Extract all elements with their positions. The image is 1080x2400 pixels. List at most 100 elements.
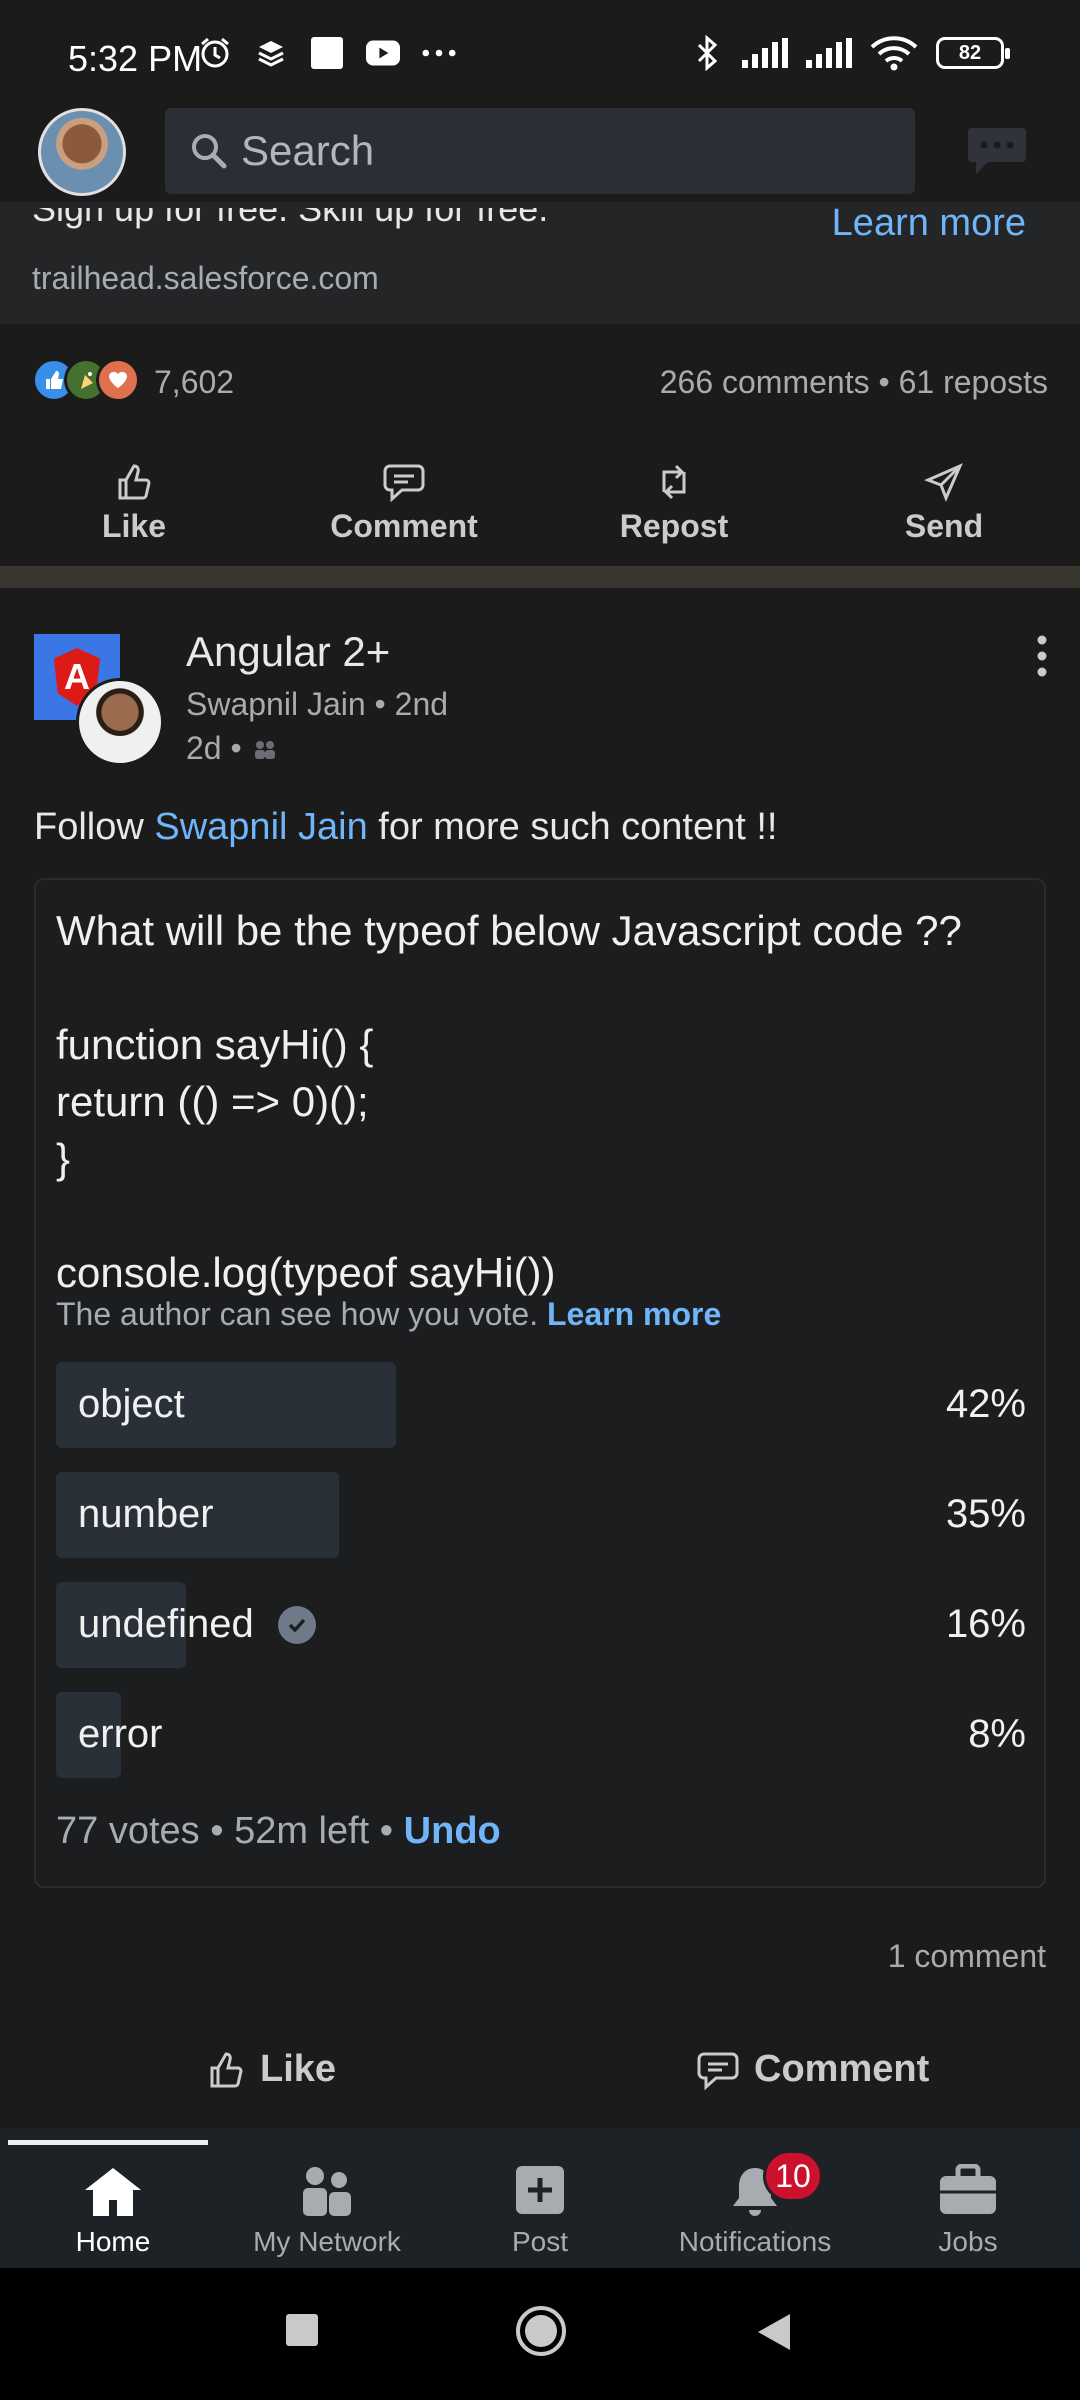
poll-privacy-note: The author can see how you vote. Learn m… — [56, 1296, 721, 1333]
nav-notifications-label: Notifications — [678, 2226, 832, 2257]
bluetooth-icon — [690, 35, 724, 71]
learn-more-button[interactable]: Learn more — [832, 202, 1026, 245]
like-icon — [210, 2051, 243, 2087]
search-placeholder: Search — [241, 127, 375, 174]
send-icon — [924, 463, 963, 502]
poll-stats: 77 votes • 52m left • — [56, 1810, 394, 1852]
poll-option-percent: 42% — [945, 1382, 1026, 1426]
social-counts: 7,602 266 comments • 61 reposts — [0, 340, 1080, 422]
poll-option-percent: 8% — [968, 1712, 1026, 1756]
poll-option[interactable]: object 42% — [56, 1362, 1026, 1448]
nav-jobs[interactable]: Jobs — [868, 2164, 1068, 2258]
poll-option-text: error — [78, 1712, 163, 1756]
poll-option-text: number — [78, 1492, 214, 1536]
post-icon — [516, 2166, 564, 2214]
author-line[interactable]: Swapnil Jain • 2nd — [186, 686, 448, 723]
love-reaction-icon — [96, 358, 140, 402]
send-button[interactable]: Send — [844, 448, 1044, 545]
status-right-icons: 82 — [690, 35, 1010, 71]
poll-option[interactable]: number 35% — [56, 1472, 1026, 1558]
post-text-before: Follow — [34, 806, 155, 848]
comment-icon — [383, 464, 425, 502]
link-card-domain: trailhead.salesforce.com — [32, 260, 379, 296]
status-left-icons — [198, 36, 456, 70]
nav-post-label: Post — [511, 2226, 569, 2257]
nav-jobs-label: Jobs — [938, 2226, 998, 2257]
post-time: 2d • — [186, 730, 278, 767]
comments-reposts-count[interactable]: 266 comments • 61 reposts — [660, 364, 1048, 401]
home-system-button[interactable] — [514, 2304, 568, 2363]
active-tab-indicator — [8, 2140, 208, 2145]
page-name[interactable]: Angular 2+ — [186, 628, 390, 676]
status-time: 5:32 PM — [68, 38, 203, 79]
mention-link[interactable]: Swapnil Jain — [154, 806, 367, 848]
previous-post-link-card[interactable]: Sign up for free. Skill up for free. Lea… — [0, 202, 1080, 324]
youtube-icon — [366, 36, 400, 70]
poll-note-text: The author can see how you vote. — [56, 1296, 539, 1332]
poll-option-percent: 16% — [945, 1602, 1026, 1646]
feed-divider — [0, 566, 1080, 588]
profile-avatar[interactable] — [38, 108, 126, 196]
poll-option[interactable]: undefined 16% — [56, 1582, 1026, 1668]
layers-icon — [254, 36, 288, 70]
comment-icon — [697, 2052, 739, 2090]
home-icon — [85, 2168, 141, 2216]
signal-icon — [806, 36, 852, 70]
signal-icon — [742, 36, 788, 70]
post-body: Follow Swapnil Jain for more such conten… — [34, 806, 777, 849]
search-input[interactable]: Search — [165, 108, 915, 194]
briefcase-icon — [940, 2164, 996, 2214]
comment-button[interactable]: Comment — [304, 448, 504, 545]
nav-network-label: My Network — [253, 2226, 401, 2257]
feed-post: A Angular 2+ Swapnil Jain • 2nd 2d • Fol… — [0, 588, 1080, 2138]
back-button[interactable] — [756, 2312, 792, 2357]
like-label: Like — [101, 508, 167, 544]
undo-vote-button[interactable]: Undo — [404, 1810, 501, 1852]
poll-learn-more-link[interactable]: Learn more — [547, 1296, 721, 1332]
poll-option[interactable]: error 8% — [56, 1692, 1026, 1778]
square-recents-icon — [286, 2314, 318, 2346]
search-icon — [189, 131, 229, 171]
post-actions: Like Comment — [0, 2048, 1080, 2138]
reaction-icons[interactable] — [32, 358, 140, 402]
send-label: Send — [904, 508, 984, 544]
status-bar: 5:32 PM 82 — [0, 0, 1080, 100]
post-like-label: Like — [260, 2048, 337, 2090]
messaging-icon[interactable] — [966, 126, 1028, 176]
more-options-icon[interactable] — [1034, 632, 1050, 680]
selected-check-icon — [277, 1605, 316, 1644]
more-dots-icon — [422, 36, 456, 70]
system-navigation-bar — [0, 2268, 1080, 2400]
triangle-back-icon — [758, 2314, 790, 2350]
top-app-bar: Search — [0, 100, 1080, 202]
alarm-icon — [198, 36, 232, 70]
post-comment-label: Comment — [754, 2048, 930, 2090]
comment-label: Comment — [330, 508, 478, 544]
poll-option-label: undefined — [78, 1602, 316, 1647]
nav-notifications[interactable]: Notifications 10 — [655, 2150, 855, 2258]
poll-option-label: object — [78, 1382, 185, 1427]
square-icon — [310, 36, 344, 70]
nav-home[interactable]: Home — [13, 2164, 213, 2258]
post-comment-button[interactable]: Comment — [696, 2048, 929, 2091]
repost-button[interactable]: Repost — [574, 448, 774, 545]
poll-option-text: object — [78, 1382, 185, 1426]
post-time-text: 2d • — [186, 730, 242, 766]
nav-my-network[interactable]: My Network — [227, 2164, 427, 2258]
post-text-after: for more such content !! — [367, 806, 778, 848]
poll-footer: 77 votes • 52m left • Undo — [56, 1810, 501, 1853]
audience-group-icon — [254, 740, 275, 759]
like-button[interactable]: Like — [34, 448, 234, 545]
notifications-badge: 10 — [763, 2150, 823, 2202]
repost-label: Repost — [619, 508, 729, 544]
author-avatar[interactable] — [76, 678, 164, 766]
comment-count[interactable]: 1 comment — [888, 1938, 1046, 1975]
poll-question: What will be the typeof below Javascript… — [56, 907, 962, 1296]
previous-post-actions: Like Comment Repost Send — [0, 448, 1080, 566]
reaction-count[interactable]: 7,602 — [154, 364, 234, 401]
nav-post[interactable]: Post — [440, 2164, 640, 2258]
recents-button[interactable] — [284, 2312, 320, 2353]
post-like-button[interactable]: Like — [206, 2048, 336, 2091]
poll-option-text: undefined — [78, 1602, 254, 1646]
network-icon — [303, 2167, 351, 2216]
